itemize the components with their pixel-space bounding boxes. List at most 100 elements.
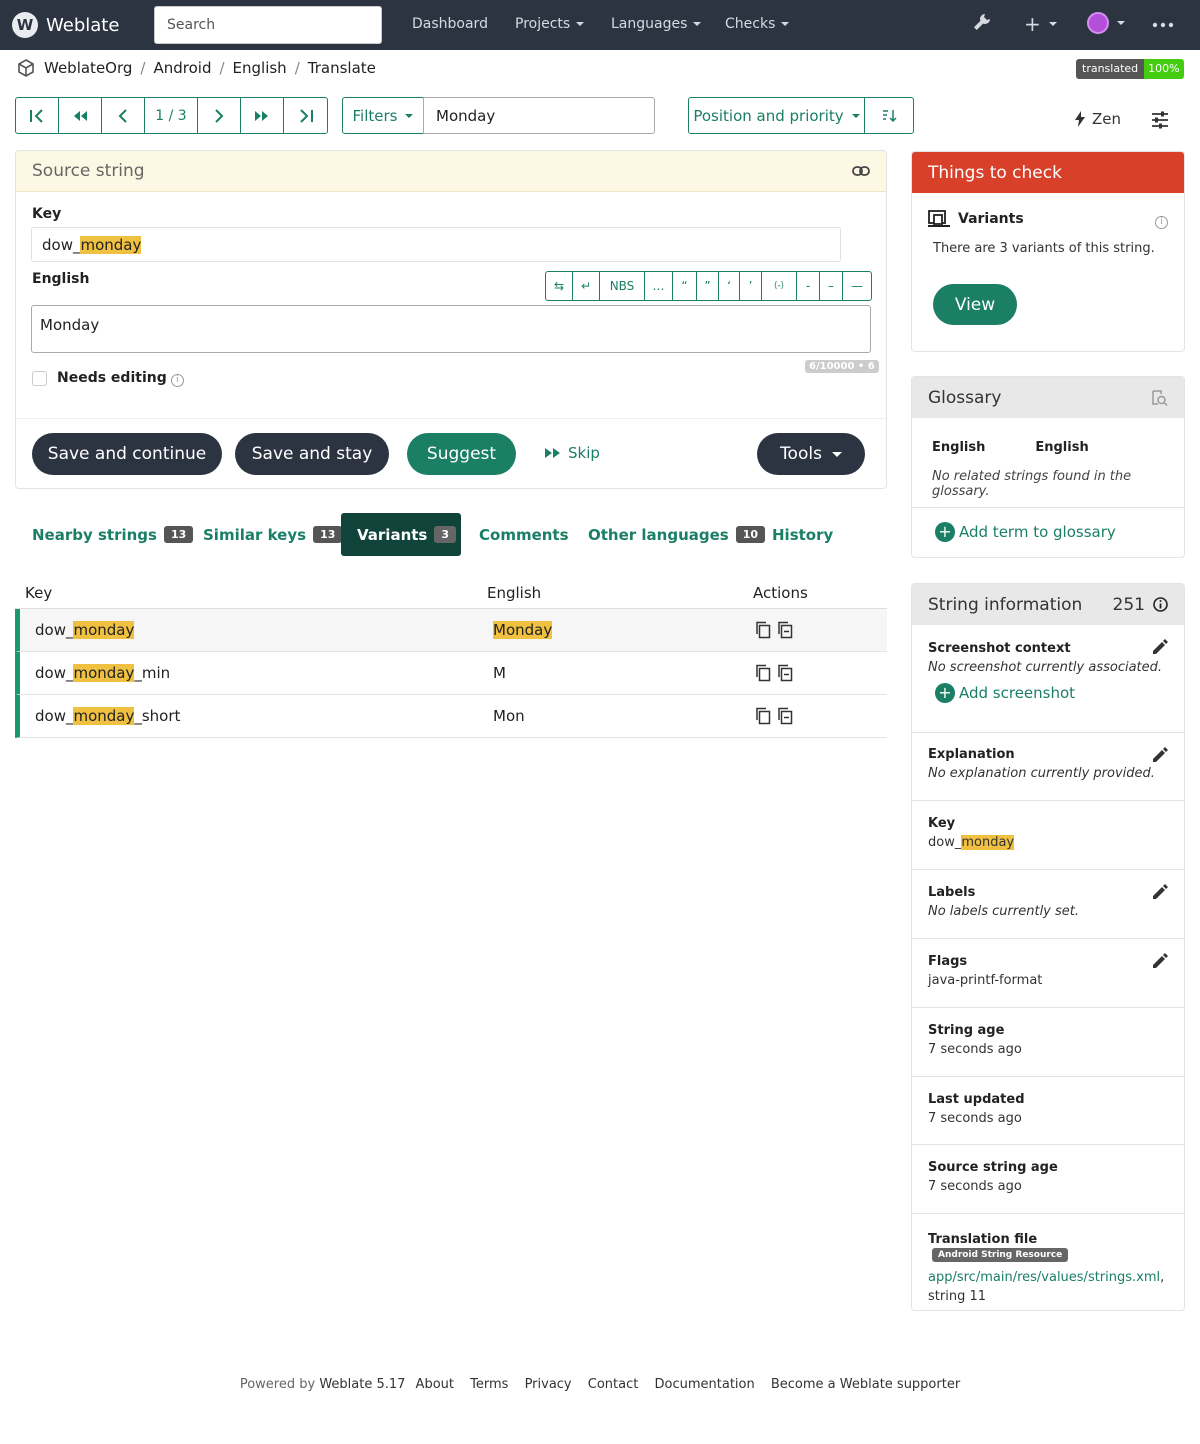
- next-page-button[interactable]: [241, 98, 284, 133]
- translation-file-title: Translation file: [928, 1232, 1038, 1247]
- first-button[interactable]: [16, 98, 59, 133]
- footer-about-link[interactable]: About: [416, 1377, 454, 1392]
- table-row[interactable]: dow_monday_min M: [15, 652, 887, 695]
- glossary-search-icon[interactable]: [1150, 389, 1168, 407]
- check-description: There are 3 variants of this string.: [933, 241, 1155, 256]
- copy-icon[interactable]: [755, 621, 771, 639]
- key-suffix: _min: [134, 664, 171, 682]
- view-variants-button[interactable]: View: [933, 284, 1017, 325]
- suggest-button[interactable]: Suggest: [407, 433, 516, 475]
- info-icon[interactable]: i: [1155, 212, 1168, 229]
- save-continue-button[interactable]: Save and continue: [32, 433, 222, 475]
- clone-icon[interactable]: [777, 664, 793, 682]
- insert-hyphen-button[interactable]: ‐: [797, 272, 820, 300]
- insert-quote-button[interactable]: ‘: [719, 272, 740, 300]
- weblate-logo-icon: W: [12, 12, 38, 38]
- user-menu[interactable]: [1087, 12, 1125, 34]
- breadcrumb-project[interactable]: WeblateOrg: [44, 59, 132, 77]
- breadcrumb-language[interactable]: English: [233, 59, 287, 77]
- chevron-right-icon: [215, 108, 224, 123]
- insert-quote-button[interactable]: ’: [740, 272, 762, 300]
- edit-pencil-icon[interactable]: [1150, 882, 1170, 902]
- search-input[interactable]: [154, 6, 382, 44]
- breadcrumb-separator: /: [219, 59, 225, 77]
- add-glossary-term-link[interactable]: + Add term to glossary: [935, 522, 1116, 542]
- tab-nearby-strings[interactable]: Nearby strings 13: [32, 513, 194, 556]
- wrench-icon[interactable]: [972, 12, 992, 32]
- insert-nbs-button[interactable]: NBS: [600, 272, 645, 300]
- filter-query-input[interactable]: [423, 97, 655, 134]
- clone-icon[interactable]: [777, 707, 793, 725]
- labels-section: Labels No labels currently set.: [912, 870, 1184, 939]
- nav-projects[interactable]: Projects: [515, 16, 585, 32]
- tab-other-languages[interactable]: Other languages 10: [588, 513, 766, 556]
- translation-file-link[interactable]: app/src/main/res/values/strings.xml: [928, 1270, 1160, 1285]
- table-row[interactable]: dow_monday_short Mon: [15, 695, 887, 738]
- next-button[interactable]: [198, 98, 241, 133]
- sliders-icon[interactable]: [1150, 111, 1170, 133]
- previous-button[interactable]: [102, 98, 145, 133]
- add-menu[interactable]: +: [1024, 12, 1057, 36]
- filters-button[interactable]: Filters: [342, 97, 424, 134]
- insert-quote-button[interactable]: “: [673, 272, 697, 300]
- source-text[interactable]: Monday: [31, 305, 871, 353]
- clone-icon[interactable]: [777, 621, 793, 639]
- footer-version-link[interactable]: Weblate 5.17: [319, 1377, 405, 1392]
- copy-icon[interactable]: [755, 707, 771, 725]
- row-english: M: [483, 664, 749, 682]
- sort-direction-button[interactable]: [864, 97, 914, 134]
- add-screenshot-link[interactable]: + Add screenshot: [935, 683, 1170, 703]
- chevron-down-icon: [576, 22, 585, 26]
- info-circle-icon[interactable]: [1153, 597, 1168, 612]
- footer-contact-link[interactable]: Contact: [588, 1377, 639, 1392]
- pagination: 1 / 3: [15, 97, 328, 134]
- needs-editing-checkbox[interactable]: [32, 370, 47, 386]
- tab-comments[interactable]: Comments: [479, 513, 569, 556]
- insert-em-dash-button[interactable]: —: [843, 272, 871, 300]
- breadcrumb-component[interactable]: Android: [153, 59, 211, 77]
- needs-editing-option[interactable]: Needs editing i: [32, 370, 184, 387]
- link-icon[interactable]: [852, 165, 870, 177]
- skip-button[interactable]: Skip: [544, 444, 600, 462]
- nav-dashboard[interactable]: Dashboard: [412, 16, 488, 32]
- checks-panel-header: Things to check: [912, 152, 1184, 193]
- nav-checks[interactable]: Checks: [725, 16, 790, 32]
- sort-button[interactable]: Position and priority: [688, 97, 865, 134]
- more-icon[interactable]: [1152, 13, 1174, 33]
- tab-similar-keys[interactable]: Similar keys 13: [203, 513, 343, 556]
- glossary-target-language: English: [1035, 440, 1089, 455]
- nav-languages[interactable]: Languages: [611, 16, 702, 32]
- zen-button[interactable]: Zen: [1074, 110, 1121, 128]
- table-row[interactable]: dow_monday Monday: [15, 609, 887, 652]
- footer-privacy-link[interactable]: Privacy: [525, 1377, 572, 1392]
- glossary-source-language: English: [932, 440, 986, 455]
- footer-supporter-link[interactable]: Become a Weblate supporter: [771, 1377, 960, 1392]
- previous-page-button[interactable]: [59, 98, 102, 133]
- footer-documentation-link[interactable]: Documentation: [655, 1377, 755, 1392]
- brand-name: Weblate: [46, 14, 120, 36]
- tab-variants[interactable]: Variants 3: [341, 513, 461, 556]
- edit-pencil-icon[interactable]: [1150, 637, 1170, 657]
- project-icon: [18, 59, 34, 77]
- sort-label: Position and priority: [693, 106, 844, 125]
- save-stay-button[interactable]: Save and stay: [235, 433, 389, 475]
- edit-pencil-icon[interactable]: [1150, 745, 1170, 765]
- tab-history[interactable]: History: [772, 513, 833, 556]
- insert-quote-button[interactable]: ”: [697, 272, 719, 300]
- copy-icon[interactable]: [755, 664, 771, 682]
- source-panel-title: Source string: [32, 161, 145, 181]
- newline-icon: ↵: [580, 279, 592, 293]
- key-suffix: _short: [134, 707, 181, 725]
- direction-button[interactable]: ⇆: [546, 272, 573, 300]
- key-prefix: dow_: [35, 707, 74, 725]
- insert-en-dash-button[interactable]: –: [820, 272, 843, 300]
- powered-by-text: Powered by: [239, 1377, 316, 1392]
- last-button[interactable]: [284, 98, 327, 133]
- insert-ellipsis-button[interactable]: …: [645, 272, 673, 300]
- edit-pencil-icon[interactable]: [1150, 951, 1170, 971]
- footer-terms-link[interactable]: Terms: [470, 1377, 508, 1392]
- insert-brackets-button[interactable]: ⟨-⟩: [762, 272, 797, 300]
- newline-button[interactable]: ↵: [573, 272, 600, 300]
- tools-button[interactable]: Tools: [757, 433, 865, 475]
- brand[interactable]: W Weblate: [12, 12, 119, 38]
